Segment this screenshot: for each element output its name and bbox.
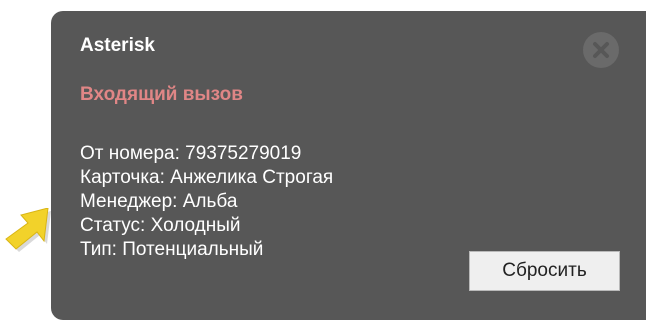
- detail-phone-number: От номера: 79375279019: [80, 143, 302, 164]
- close-button[interactable]: [583, 32, 619, 68]
- close-circle-icon: [593, 42, 609, 58]
- detail-status: Статус: Холодный: [80, 215, 241, 236]
- detail-manager: Менеджер: Альба: [80, 191, 238, 212]
- popup-title: Asterisk: [80, 35, 155, 56]
- reset-button[interactable]: Сбросить: [469, 251, 620, 291]
- page: Asterisk Входящий вызов От номера: 79375…: [0, 0, 646, 320]
- incoming-call-heading: Входящий вызов: [80, 84, 243, 105]
- arrow-pointer-icon: [5, 208, 51, 252]
- detail-card: Карточка: Анжелика Строгая: [80, 167, 334, 188]
- incoming-call-popup: Asterisk Входящий вызов От номера: 79375…: [51, 11, 646, 320]
- call-details: От номера: 79375279019 Карточка: Анжелик…: [80, 142, 333, 262]
- detail-type: Тип: Потенциальный: [80, 239, 264, 260]
